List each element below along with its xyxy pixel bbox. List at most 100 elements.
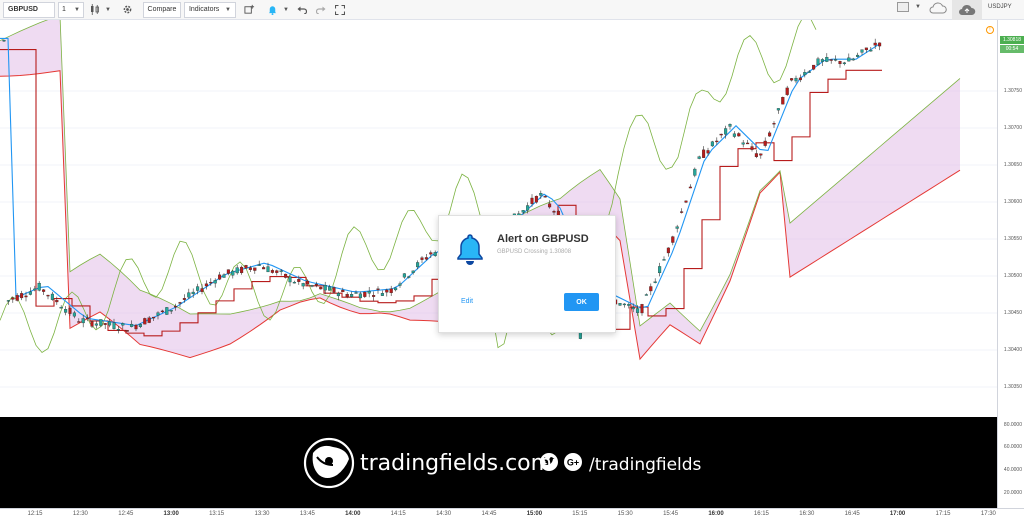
chevron-down-icon[interactable]: ▼: [105, 7, 111, 13]
cloud-save-icon[interactable]: [952, 0, 982, 20]
candle: [548, 203, 552, 208]
candle: [235, 267, 239, 274]
candle: [816, 58, 820, 66]
candle: [847, 57, 851, 62]
indicator-axis[interactable]: 80.0000 60.0000 40.0000 20.0000: [997, 417, 1024, 508]
time-label: 16:45: [844, 511, 860, 517]
candle: [829, 59, 833, 61]
indicator-axis-label: 40.0000: [1003, 467, 1022, 473]
candle: [675, 226, 679, 229]
compare-button[interactable]: Compare: [142, 1, 181, 18]
candle: [842, 62, 846, 65]
time-label: 12:15: [27, 511, 43, 517]
fullscreen-icon[interactable]: [332, 2, 348, 18]
candle: [218, 274, 222, 280]
layout-select[interactable]: ▼: [897, 2, 921, 12]
candle: [68, 307, 72, 314]
info-icon[interactable]: !: [986, 26, 994, 34]
candle: [310, 285, 314, 287]
candle: [284, 273, 288, 278]
candle: [103, 323, 107, 325]
candle: [732, 133, 736, 137]
time-label: 13:30: [254, 511, 270, 517]
time-label: 15:15: [572, 511, 588, 517]
templates-icon[interactable]: [241, 2, 259, 18]
price-label: 1.30500: [1003, 273, 1022, 279]
candle: [662, 259, 666, 261]
price-label: 1.30550: [1003, 236, 1022, 242]
candle: [86, 317, 90, 319]
time-label: 17:15: [935, 511, 951, 517]
price-axis[interactable]: 1.30818 00:54 1.30750 1.30700 1.30650 1.…: [997, 20, 1024, 417]
candle: [649, 286, 653, 292]
candles-style-icon[interactable]: [87, 2, 103, 18]
candle: [724, 128, 728, 135]
time-label: 16:00: [708, 511, 724, 517]
price-label: 1.30750: [1003, 88, 1022, 94]
bar-countdown: 00:54: [1000, 45, 1024, 53]
candle: [262, 267, 266, 270]
candle: [15, 295, 19, 301]
symbol-search-button[interactable]: GBPUSD: [3, 1, 55, 18]
candle: [636, 308, 640, 313]
candle: [24, 295, 28, 298]
time-label: 17:30: [980, 511, 996, 517]
candle: [226, 269, 230, 274]
candle: [622, 303, 626, 306]
cloud-icon[interactable]: [929, 2, 947, 14]
candle: [627, 304, 631, 306]
trading-chart-app: GBPUSD 1 ▼ ▼ Compare Indicators ▼ ▼ ▼ US…: [0, 0, 1024, 519]
ok-button[interactable]: OK: [564, 293, 599, 311]
candle: [763, 140, 767, 146]
price-label: 1.30600: [1003, 199, 1022, 205]
candle: [618, 303, 622, 306]
current-price-tag: 1.30818: [1000, 36, 1024, 44]
redo-icon[interactable]: [313, 2, 329, 18]
time-label: 13:00: [163, 511, 179, 517]
bell-icon[interactable]: [264, 2, 282, 18]
candle: [301, 283, 305, 287]
candle: [737, 133, 741, 137]
chart-toolbar: GBPUSD 1 ▼ ▼ Compare Indicators ▼ ▼ ▼ US…: [0, 0, 1024, 20]
candle: [108, 321, 112, 326]
candle: [367, 291, 371, 294]
time-label: 12:30: [72, 511, 88, 517]
edit-alert-link[interactable]: Edit: [461, 298, 473, 305]
candle: [345, 294, 349, 298]
gear-icon[interactable]: [119, 2, 137, 18]
price-label: 1.30450: [1003, 310, 1022, 316]
candle: [11, 297, 15, 300]
time-label: 16:15: [753, 511, 769, 517]
interval-select[interactable]: 1 ▼: [58, 1, 84, 18]
undo-icon[interactable]: [294, 2, 310, 18]
price-label: 1.30700: [1003, 125, 1022, 131]
indicators-button[interactable]: Indicators ▼: [183, 1, 236, 18]
chevron-down-icon: ▼: [225, 6, 231, 13]
candle: [376, 288, 380, 290]
candle: [697, 156, 701, 159]
chevron-down-icon: ▼: [74, 6, 80, 13]
candle: [297, 278, 301, 282]
candle: [644, 294, 648, 296]
candle: [288, 276, 292, 283]
candle: [543, 196, 547, 198]
candle: [332, 287, 336, 293]
candle: [213, 280, 217, 284]
chevron-down-icon[interactable]: ▼: [283, 7, 289, 13]
candle: [653, 281, 657, 283]
time-axis[interactable]: 12:15 12:30 12:45 13:00 13:15 13:30 13:45 14:00…: [0, 508, 1024, 519]
time-label: 15:45: [663, 511, 679, 517]
candle: [719, 133, 723, 136]
candle: [59, 307, 63, 309]
candle: [521, 210, 525, 213]
candle: [275, 270, 279, 273]
indicators-label: Indicators: [188, 6, 220, 13]
svg-text:G+: G+: [567, 458, 579, 468]
candle: [838, 61, 842, 65]
candle: [746, 142, 750, 145]
candle: [253, 267, 257, 271]
candle: [209, 281, 213, 284]
candle: [688, 186, 692, 189]
candle: [429, 252, 433, 255]
candle: [2, 39, 6, 42]
